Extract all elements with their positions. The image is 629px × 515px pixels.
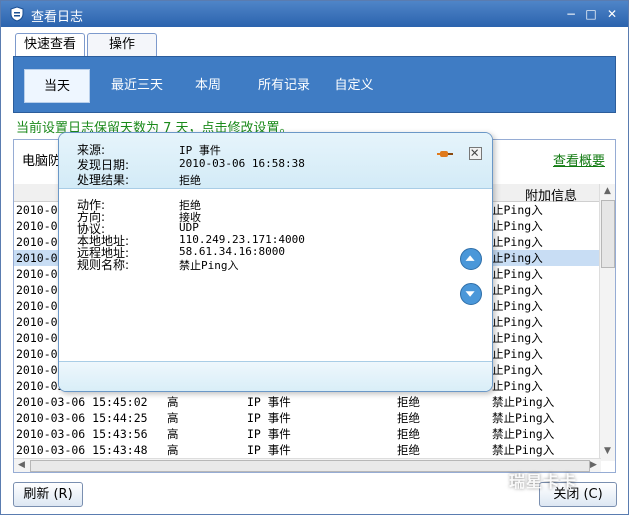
cell-info: 止Ping入 xyxy=(492,347,543,361)
detail-value: 禁止Ping入 xyxy=(179,259,239,272)
cell-time: 2010-03-06 15:44:25 xyxy=(16,411,148,425)
title-bar[interactable]: 查看日志 − □ ✕ xyxy=(1,1,628,27)
cell-result: 拒绝 xyxy=(397,395,420,409)
cell-type: IP 事件 xyxy=(247,427,291,441)
cell-info: 止Ping入 xyxy=(492,331,543,345)
scroll-right-icon[interactable]: ▶ xyxy=(590,460,597,470)
popup-summary: 来源: IP 事件 发现日期: 2010-03-06 16:58:38 处理结果… xyxy=(59,133,492,189)
vertical-scrollbar[interactable]: ▲ ▼ xyxy=(599,184,615,461)
cell-level: 高 xyxy=(167,443,179,457)
table-row[interactable]: 2010-03-06 15:45:02 高 IP 事件 拒绝 禁止Ping入 xyxy=(14,394,601,410)
minimize-button[interactable]: − xyxy=(563,6,579,22)
cell-info: 止Ping入 xyxy=(492,219,543,233)
cell-info: 止Ping入 xyxy=(492,203,543,217)
pin-icon[interactable] xyxy=(437,148,453,160)
cell-info: 止Ping入 xyxy=(492,251,543,265)
table-row[interactable]: 2010-03-06 15:43:56 高 IP 事件 拒绝 禁止Ping入 xyxy=(14,426,601,442)
cell-time: 2010-03-06 15:43:48 xyxy=(16,443,148,457)
next-event-button[interactable] xyxy=(460,283,482,305)
scroll-down-icon[interactable]: ▼ xyxy=(604,446,611,456)
cell-time: 2010-03-06 15:45:02 xyxy=(16,395,148,409)
horizontal-scroll-thumb[interactable] xyxy=(30,460,590,472)
filter-custom[interactable]: 自定义 xyxy=(324,69,384,103)
cell-level: 高 xyxy=(167,427,179,441)
result-value: 拒绝 xyxy=(179,174,201,187)
cell-info: 止Ping入 xyxy=(492,379,543,393)
view-overview-link[interactable]: 查看概要 xyxy=(553,150,605,169)
table-row[interactable]: 2010-03-06 15:43:48 高 IP 事件 拒绝 禁止Ping入 xyxy=(14,442,601,458)
filter-last-three-days[interactable]: 最近三天 xyxy=(100,69,174,103)
table-row[interactable]: 2010-03-06 15:44:25 高 IP 事件 拒绝 禁止Ping入 xyxy=(14,410,601,426)
log-viewer-window: 查看日志 − □ ✕ 快速查看 操作 当天 最近三天 本周 所有记录 自定义 当… xyxy=(0,0,629,515)
close-window-button[interactable]: ✕ xyxy=(604,6,620,22)
cell-result: 拒绝 xyxy=(397,411,420,425)
cell-info: 止Ping入 xyxy=(492,283,543,297)
cell-info: 止Ping入 xyxy=(492,267,543,281)
cell-time: 2010-03-06 15:43:56 xyxy=(16,427,148,441)
cell-info: 止Ping入 xyxy=(492,363,543,377)
scroll-left-icon[interactable]: ◀ xyxy=(18,460,25,470)
refresh-button[interactable]: 刷新 (R) xyxy=(13,482,83,507)
vertical-scroll-thumb[interactable] xyxy=(601,200,615,268)
result-label: 处理结果: xyxy=(77,173,130,187)
cell-type: IP 事件 xyxy=(247,395,291,409)
cell-info: 禁止Ping入 xyxy=(492,427,555,441)
panel-title: 电脑防 xyxy=(22,154,62,169)
maximize-button[interactable]: □ xyxy=(583,6,599,22)
cell-info: 止Ping入 xyxy=(492,299,543,313)
date-filter-bar: 当天 最近三天 本周 所有记录 自定义 xyxy=(13,56,616,113)
cell-info: 禁止Ping入 xyxy=(492,411,555,425)
cell-type: IP 事件 xyxy=(247,443,291,457)
cell-info: 止Ping入 xyxy=(492,315,543,329)
detail-label: 规则名称: xyxy=(77,258,130,272)
filter-today[interactable]: 当天 xyxy=(24,69,90,103)
previous-event-button[interactable] xyxy=(460,248,482,270)
watermark-logo: 瑞星卡卡 xyxy=(509,472,578,491)
tab-quick-view[interactable]: 快速查看 xyxy=(15,33,85,57)
scroll-up-icon[interactable]: ▲ xyxy=(604,186,611,196)
cell-info: 禁止Ping入 xyxy=(492,443,555,457)
source-value: IP 事件 xyxy=(179,144,221,157)
cell-result: 拒绝 xyxy=(397,443,420,457)
tab-operation[interactable]: 操作 xyxy=(87,33,157,57)
window-title: 查看日志 xyxy=(31,10,84,25)
cell-result: 拒绝 xyxy=(397,427,420,441)
cell-type: IP 事件 xyxy=(247,411,291,425)
app-shield-icon xyxy=(10,6,24,22)
popup-close-icon[interactable] xyxy=(469,147,482,160)
cell-level: 高 xyxy=(167,395,179,409)
popup-footer xyxy=(59,361,492,391)
date-value: 2010-03-06 16:58:38 xyxy=(179,157,305,170)
cell-level: 高 xyxy=(167,411,179,425)
filter-all-records[interactable]: 所有记录 xyxy=(246,69,322,103)
filter-this-week[interactable]: 本周 xyxy=(184,69,232,103)
cell-info: 止Ping入 xyxy=(492,235,543,249)
event-detail-popup: 来源: IP 事件 发现日期: 2010-03-06 16:58:38 处理结果… xyxy=(58,132,493,392)
cell-info: 禁止Ping入 xyxy=(492,395,555,409)
